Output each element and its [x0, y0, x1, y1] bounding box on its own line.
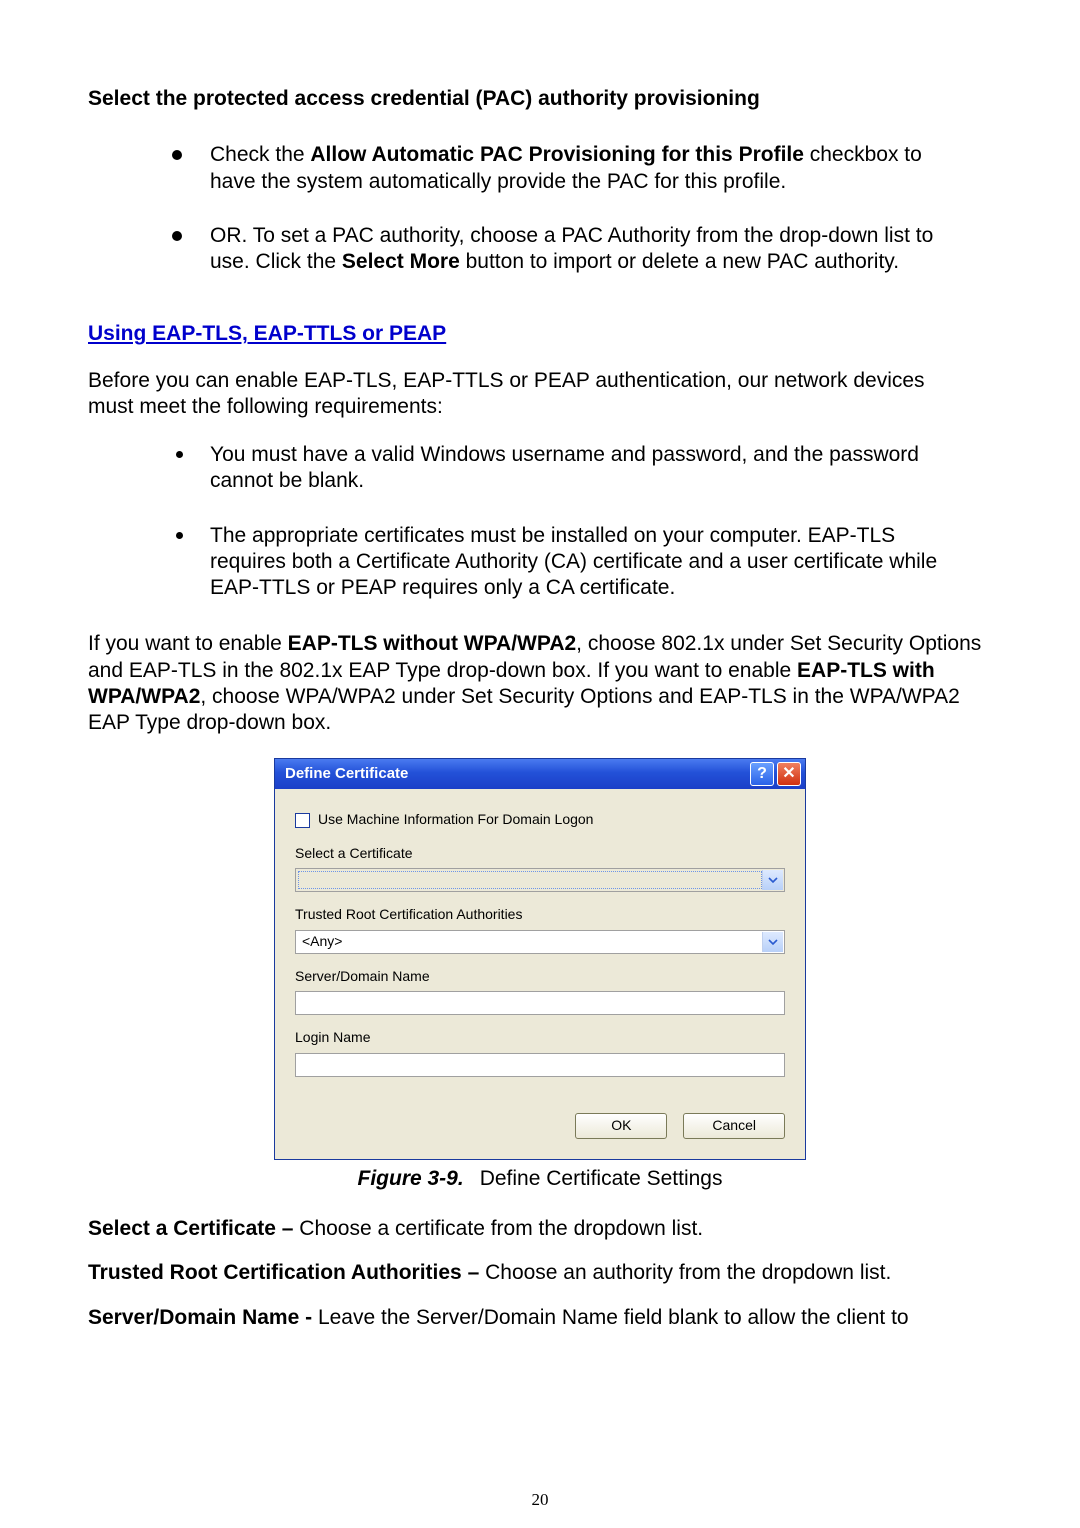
definition-text: Choose an authority from the dropdown li…	[485, 1261, 891, 1284]
chevron-down-icon[interactable]	[762, 932, 783, 952]
figure-caption: Figure 3-9. Define Certificate Settings	[88, 1166, 992, 1192]
dialog-button-row: OK Cancel	[295, 1113, 785, 1139]
heading-pac: Select the protected access credential (…	[88, 86, 992, 112]
text-post: button to import or delete a new PAC aut…	[460, 250, 899, 273]
term: Select a Certificate –	[88, 1217, 299, 1240]
definition-server-domain: Server/Domain Name - Leave the Server/Do…	[88, 1305, 992, 1331]
page-number: 20	[0, 1489, 1080, 1510]
text-bold: Select More	[342, 250, 460, 273]
list-item: Check the Allow Automatic PAC Provisioni…	[172, 142, 992, 195]
list-item: OR. To set a PAC authority, choose a PAC…	[172, 223, 992, 276]
term: Server/Domain Name -	[88, 1306, 318, 1329]
server-domain-label: Server/Domain Name	[295, 968, 785, 986]
login-name-input[interactable]	[295, 1053, 785, 1077]
figure-label: Figure 3-9.	[358, 1167, 464, 1190]
chevron-down-icon[interactable]	[762, 870, 783, 890]
figure-text: Define Certificate Settings	[480, 1167, 723, 1190]
definition-select-cert: Select a Certificate – Choose a certific…	[88, 1216, 992, 1242]
requirements-list: You must have a valid Windows username a…	[88, 442, 992, 601]
trusted-root-value: <Any>	[302, 933, 342, 951]
select-cert-label: Select a Certificate	[295, 845, 785, 863]
definition-text: Choose a certificate from the dropdown l…	[299, 1217, 703, 1240]
cancel-button[interactable]: Cancel	[683, 1113, 785, 1139]
trusted-root-combo[interactable]: <Any>	[295, 930, 785, 954]
dialog-title: Define Certificate	[285, 765, 747, 784]
pac-bullet-list: Check the Allow Automatic PAC Provisioni…	[88, 142, 992, 275]
use-machine-label: Use Machine Information For Domain Logon	[318, 811, 593, 829]
close-icon: ✕	[782, 764, 795, 784]
titlebar[interactable]: Define Certificate ? ✕	[275, 759, 805, 789]
ok-button[interactable]: OK	[575, 1113, 667, 1139]
text: If you want to enable	[88, 632, 288, 655]
use-machine-checkbox[interactable]	[295, 813, 310, 828]
use-machine-row[interactable]: Use Machine Information For Domain Logon	[295, 811, 785, 829]
define-certificate-dialog: Define Certificate ? ✕ Use Machine Infor…	[274, 758, 806, 1160]
help-icon: ?	[757, 764, 767, 784]
close-button[interactable]: ✕	[777, 762, 801, 786]
dialog-body: Use Machine Information For Domain Logon…	[275, 789, 805, 1159]
text-bold: EAP-TLS without WPA/WPA2	[288, 632, 577, 655]
definition-trusted-root: Trusted Root Certification Authorities –…	[88, 1260, 992, 1286]
list-item: You must have a valid Windows username a…	[172, 442, 992, 495]
enable-paragraph: If you want to enable EAP-TLS without WP…	[88, 631, 992, 736]
intro-paragraph: Before you can enable EAP-TLS, EAP-TTLS …	[88, 368, 992, 421]
server-domain-input[interactable]	[295, 991, 785, 1015]
text-bold: Allow Automatic PAC Provisioning for thi…	[310, 143, 804, 166]
help-button[interactable]: ?	[750, 762, 774, 786]
term: Trusted Root Certification Authorities –	[88, 1261, 485, 1284]
subheading-eap: Using EAP-TLS, EAP-TTLS or PEAP	[88, 321, 992, 347]
list-item: The appropriate certificates must be ins…	[172, 523, 992, 602]
login-name-label: Login Name	[295, 1029, 785, 1047]
select-cert-combo[interactable]	[295, 868, 785, 892]
trusted-root-label: Trusted Root Certification Authorities	[295, 906, 785, 924]
text: , choose WPA/WPA2 under Set Security Opt…	[88, 685, 960, 734]
definition-text: Leave the Server/Domain Name field blank…	[318, 1306, 909, 1329]
text-pre: Check the	[210, 143, 310, 166]
